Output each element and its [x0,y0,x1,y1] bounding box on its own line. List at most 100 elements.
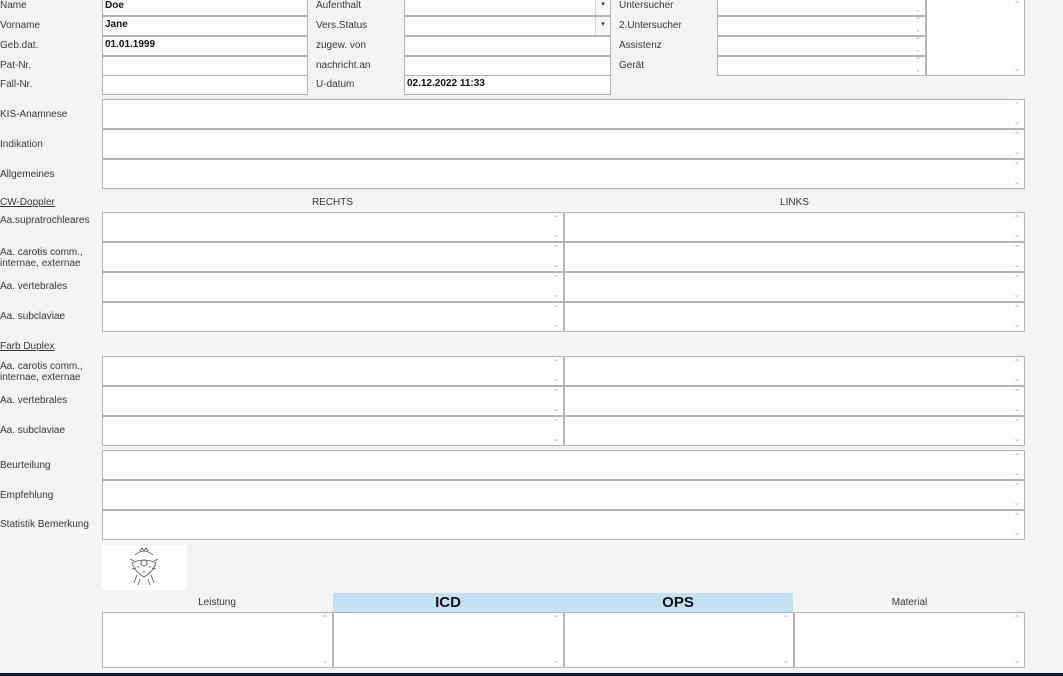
untersucher-field[interactable]: ⌄ [717,0,926,16]
scroll-down-icon[interactable]: ⌄ [1012,261,1022,269]
cw-vertebrales-rechts[interactable]: ⌃ ⌄ [102,272,564,302]
nachrichtan-field[interactable] [404,56,611,76]
scroll-up-icon[interactable]: ⌃ [913,57,923,65]
ops-list[interactable]: ⌃ ⌄ [564,612,794,668]
scroll-up-icon[interactable]: ⌃ [913,37,923,45]
duplex-subclaviae-links[interactable]: ⌃ ⌄ [564,416,1025,446]
scroll-down-icon[interactable]: ⌄ [1012,118,1022,126]
scroll-up-icon[interactable]: ⌃ [1012,615,1022,623]
scroll-down-icon[interactable]: ⌄ [551,657,561,665]
zugewvon-field[interactable] [404,36,611,56]
udatum-field[interactable]: 02.12.2022 11:33 [404,75,611,95]
scroll-down-icon[interactable]: ⌄ [1012,469,1022,477]
cw-vertebrales-links[interactable]: ⌃ ⌄ [564,272,1025,302]
vorname-field[interactable]: Jane [102,16,308,36]
scroll-up-icon[interactable]: ⌃ [1012,1,1022,9]
untersucher2-field[interactable]: ⌃ ⌄ [717,16,926,36]
cw-subclaviae-links[interactable]: ⌃ ⌄ [564,302,1025,332]
indikation-textarea[interactable]: ⌃ ⌄ [102,129,1025,159]
scroll-up-icon[interactable]: ⌃ [551,245,561,253]
staff-list-box[interactable]: ⌃ ⌄ [926,0,1025,76]
scroll-up-icon[interactable]: ⌃ [1012,453,1022,461]
scroll-down-icon[interactable]: ⌄ [1012,65,1022,73]
scroll-down-icon[interactable]: ⌄ [913,6,923,14]
aufenthalt-combo[interactable]: ▾ [404,0,611,16]
scroll-up-icon[interactable]: ⌃ [1012,102,1022,110]
scroll-up-icon[interactable]: ⌃ [551,305,561,313]
scroll-up-icon[interactable]: ⌃ [1012,359,1022,367]
allgemeines-textarea[interactable]: ⌃ ⌄ [102,159,1025,189]
scroll-down-icon[interactable]: ⌄ [320,657,330,665]
scroll-down-icon[interactable]: ⌄ [913,26,923,34]
scroll-up-icon[interactable]: ⌃ [1012,483,1022,491]
scroll-down-icon[interactable]: ⌄ [551,291,561,299]
exam-form: Name Doe Vorname Jane Geb.dat. 01.01.199… [0,0,1063,673]
cw-supratrochleares-links[interactable]: ⌃ ⌄ [564,212,1025,242]
scroll-up-icon[interactable]: ⌃ [320,615,330,623]
scroll-down-icon[interactable]: ⌄ [1012,375,1022,383]
scroll-up-icon[interactable]: ⌃ [551,215,561,223]
cw-supratrochleares-rechts[interactable]: ⌃ ⌄ [102,212,564,242]
scroll-up-icon[interactable]: ⌃ [551,275,561,283]
scroll-down-icon[interactable]: ⌄ [1012,529,1022,537]
scroll-up-icon[interactable]: ⌃ [1012,215,1022,223]
cw-carotis-rechts[interactable]: ⌃ ⌄ [102,242,564,272]
scroll-down-icon[interactable]: ⌄ [551,375,561,383]
scroll-down-icon[interactable]: ⌄ [551,321,561,329]
scroll-down-icon[interactable]: ⌄ [781,657,791,665]
scroll-down-icon[interactable]: ⌄ [913,46,923,54]
scroll-up-icon[interactable]: ⌃ [1012,389,1022,397]
empfehlung-textarea[interactable]: ⌃ ⌄ [102,480,1025,510]
scroll-down-icon[interactable]: ⌄ [551,231,561,239]
duplex-subclaviae-rechts[interactable]: ⌃ ⌄ [102,416,564,446]
scroll-up-icon[interactable]: ⌃ [551,419,561,427]
gebdat-field[interactable]: 01.01.1999 [102,36,308,56]
statistik-bemerkung-textarea[interactable]: ⌃ ⌄ [102,510,1025,540]
geraet-field[interactable]: ⌃ ⌄ [717,56,926,76]
cw-subclaviae-rechts[interactable]: ⌃ ⌄ [102,302,564,332]
scroll-up-icon[interactable]: ⌃ [1012,305,1022,313]
material-list[interactable]: ⌃ ⌄ [794,612,1025,668]
scroll-down-icon[interactable]: ⌄ [1012,231,1022,239]
chevron-down-icon[interactable]: ▾ [595,0,610,15]
icd-list[interactable]: ⌃ ⌄ [333,612,564,668]
scroll-up-icon[interactable]: ⌃ [1012,275,1022,283]
fallnr-field[interactable] [102,75,308,95]
scroll-down-icon[interactable]: ⌄ [1012,291,1022,299]
name-field[interactable]: Doe [102,0,308,16]
scroll-up-icon[interactable]: ⌃ [913,17,923,25]
scroll-up-icon[interactable]: ⌃ [551,359,561,367]
scroll-up-icon[interactable]: ⌃ [551,615,561,623]
scroll-up-icon[interactable]: ⌃ [1012,245,1022,253]
udatum-label: U-datum [316,79,355,90]
scroll-down-icon[interactable]: ⌄ [913,66,923,74]
scroll-down-icon[interactable]: ⌄ [1012,657,1022,665]
scroll-down-icon[interactable]: ⌄ [1012,178,1022,186]
patnr-field[interactable] [102,56,308,76]
beurteilung-textarea[interactable]: ⌃ ⌄ [102,450,1025,480]
scroll-up-icon[interactable]: ⌃ [1012,513,1022,521]
kis-anamnese-textarea[interactable]: ⌃ ⌄ [102,99,1025,129]
scroll-down-icon[interactable]: ⌄ [1012,321,1022,329]
scroll-down-icon[interactable]: ⌄ [1012,405,1022,413]
duplex-vertebrales-rechts[interactable]: ⌃ ⌄ [102,386,564,416]
leistung-list[interactable]: ⌃ ⌄ [102,612,333,668]
scroll-up-icon[interactable]: ⌃ [1012,132,1022,140]
scroll-down-icon[interactable]: ⌄ [1012,435,1022,443]
duplex-vertebrales-links[interactable]: ⌃ ⌄ [564,386,1025,416]
scroll-down-icon[interactable]: ⌄ [551,261,561,269]
scroll-down-icon[interactable]: ⌄ [551,405,561,413]
duplex-carotis-rechts[interactable]: ⌃ ⌄ [102,356,564,386]
scroll-down-icon[interactable]: ⌄ [551,435,561,443]
versstatus-combo[interactable]: ▾ [404,16,611,36]
chevron-down-icon[interactable]: ▾ [595,17,610,35]
scroll-up-icon[interactable]: ⌃ [781,615,791,623]
duplex-carotis-links[interactable]: ⌃ ⌄ [564,356,1025,386]
scroll-up-icon[interactable]: ⌃ [551,389,561,397]
cw-carotis-links[interactable]: ⌃ ⌄ [564,242,1025,272]
scroll-up-icon[interactable]: ⌃ [1012,419,1022,427]
scroll-down-icon[interactable]: ⌄ [1012,499,1022,507]
scroll-up-icon[interactable]: ⌃ [1012,162,1022,170]
scroll-down-icon[interactable]: ⌄ [1012,148,1022,156]
assistenz-field[interactable]: ⌃ ⌄ [717,36,926,56]
